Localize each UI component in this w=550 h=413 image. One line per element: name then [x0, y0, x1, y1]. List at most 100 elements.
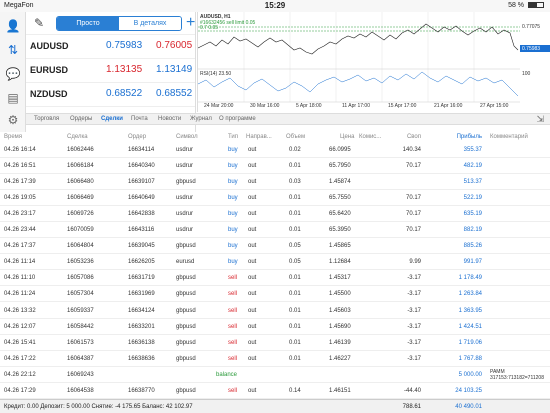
- cell-price: 65.6420: [329, 211, 351, 218]
- table-row[interactable]: 04.26 17:22 16064387 16638636 gbpusd sell out…: [0, 351, 550, 367]
- col-deal[interactable]: Сделка: [67, 132, 88, 142]
- table-row[interactable]: 04.26 13:32 16059337 16634124 gbpusd sell out…: [0, 303, 550, 319]
- cell-deal: 16057304: [67, 291, 94, 298]
- cell-order: 16639107: [128, 179, 155, 186]
- table-row[interactable]: 04.26 15:41 16061573 16636138 gbpusd sell out…: [0, 335, 550, 351]
- cell-deal: 16062446: [67, 147, 94, 153]
- cell-price: 1.46139: [329, 339, 351, 346]
- cell-deal: 16066469: [67, 195, 94, 202]
- cell-deal: 16066480: [67, 179, 94, 186]
- cell-order: 16638770: [128, 387, 155, 394]
- price-chart[interactable]: AUDUSD, H1 #16632456 sell limit 0.05 0.7…: [197, 12, 550, 112]
- cell-deal: 16064387: [67, 355, 94, 362]
- cell-type: sell: [228, 339, 238, 346]
- battery-icon: [528, 2, 544, 9]
- cell-time: 04.26 13:32: [4, 307, 36, 314]
- cell-direction: out: [248, 291, 257, 298]
- chart-date-tick: 30 Mar 16:00: [250, 103, 280, 109]
- cell-swap: -3.17: [407, 323, 421, 330]
- col-order[interactable]: Ордер: [128, 132, 146, 142]
- history-icon[interactable]: ▤: [5, 90, 21, 106]
- cell-volume: 0.01: [289, 227, 301, 234]
- table-row[interactable]: 04.26 11:14 16053236 16626205 eurusd buy out 0…: [0, 254, 550, 271]
- cell-type: buy: [228, 163, 238, 170]
- cell-volume: 0.02: [289, 147, 301, 153]
- col-price[interactable]: Цена: [340, 132, 354, 142]
- cell-symbol: gbpusd: [176, 355, 196, 362]
- table-row[interactable]: 04.26 11:10 16057086 16631719 gbpusd sell out…: [0, 270, 550, 287]
- cell-deal: 16069726: [67, 211, 94, 218]
- quote-row[interactable]: NZDUSD 0.68522 0.68552: [26, 82, 195, 106]
- settings-icon[interactable]: ⚙: [5, 112, 21, 128]
- cell-price: 1.45690: [329, 323, 351, 330]
- cell-profit: 635.19: [463, 211, 482, 218]
- cell-symbol: gbpusd: [176, 179, 196, 186]
- cell-symbol: usdrur: [176, 163, 194, 170]
- tab-6[interactable]: О программе: [219, 116, 256, 122]
- cell-profit: 1 178.49: [458, 275, 482, 282]
- col-time[interactable]: Время: [4, 132, 22, 142]
- simple-view-tab[interactable]: Просто: [57, 17, 119, 30]
- tab-4[interactable]: Новости: [158, 116, 181, 122]
- cell-profit: 355.37: [463, 147, 482, 153]
- rsi-tick: 100: [522, 71, 531, 77]
- tab-3[interactable]: Почта: [131, 116, 148, 122]
- expand-icon[interactable]: ⇲: [536, 114, 544, 125]
- table-row[interactable]: 04.26 17:39 16066480 16639107 gbpusd buy out 0…: [0, 174, 550, 191]
- deals-summary-bar: Кредит: 0.00 Депозит: 5 000.00 Снятие: -…: [0, 399, 550, 413]
- cell-price: 1.46227: [329, 355, 351, 362]
- table-row[interactable]: 04.26 11:24 16057304 16631969 gbpusd sell out…: [0, 286, 550, 303]
- col-commission[interactable]: Комис...: [359, 132, 381, 142]
- cell-volume: 0.01: [289, 355, 301, 362]
- cell-symbol: gbpusd: [176, 387, 196, 394]
- cell-order: 16634124: [128, 307, 155, 314]
- cell-price: 1.45500: [329, 291, 351, 298]
- col-swap[interactable]: Своп: [407, 132, 421, 142]
- tab-0[interactable]: Торговля: [34, 116, 59, 122]
- cell-order: 16643116: [128, 227, 155, 234]
- table-row[interactable]: 04.26 16:14 16062446 16634114 usdrur buy out 0…: [0, 142, 550, 158]
- col-volume[interactable]: Объем: [286, 132, 305, 142]
- table-row[interactable]: 04.26 16:51 16066184 16640340 usdrur buy out 0…: [0, 158, 550, 175]
- edit-icon[interactable]: ✎: [34, 16, 44, 30]
- table-row[interactable]: 04.26 22:12 16069243 balance 5 000.00 PAMM 3…: [0, 367, 550, 383]
- col-comment[interactable]: Комментарий: [490, 132, 528, 142]
- col-profit[interactable]: Прибыль: [457, 132, 482, 142]
- chat-icon[interactable]: 💬: [5, 66, 21, 82]
- cell-profit: 5 000.00: [458, 371, 482, 378]
- cell-swap: 70.17: [405, 227, 421, 234]
- cell-direction: out: [248, 147, 257, 153]
- table-row[interactable]: 04.26 23:17 16069726 16642838 usdrur buy out 0…: [0, 206, 550, 223]
- cell-time: 04.26 12:07: [4, 323, 36, 330]
- cell-deal: 16057086: [67, 275, 94, 282]
- detail-view-tab[interactable]: В деталях: [119, 17, 181, 30]
- cell-direction: out: [248, 387, 257, 394]
- cell-direction: out: [248, 275, 257, 282]
- quotes-icon[interactable]: ⇅: [5, 42, 21, 58]
- chart-date-tick: 15 Apr 17:00: [388, 103, 417, 109]
- quote-row[interactable]: AUDUSD 0.75983 0.76005: [26, 34, 195, 58]
- quote-row[interactable]: EURUSD 1.13135 1.13149: [26, 58, 195, 82]
- cell-price: 66.0995: [329, 147, 351, 153]
- table-row[interactable]: 04.26 23:44 16070059 16643116 usdrur buy out 0…: [0, 222, 550, 239]
- table-row[interactable]: 04.26 17:37 16064804 16639045 gbpusd buy out 0…: [0, 238, 550, 255]
- cell-type: buy: [228, 195, 238, 202]
- cell-order: 16626205: [128, 259, 155, 266]
- tab-2[interactable]: Сделки: [101, 116, 123, 122]
- cell-symbol: usdrur: [176, 195, 194, 202]
- col-type[interactable]: Тип: [228, 132, 238, 142]
- status-bar: MegaFon 15:29 58 %: [0, 0, 550, 12]
- add-symbol-icon[interactable]: +: [186, 14, 195, 32]
- terminal-tabs: Торговля Ордеры Сделки Почта Новости Журнал О …: [26, 113, 550, 125]
- account-icon[interactable]: 👤: [5, 18, 21, 34]
- col-direction[interactable]: Направ...: [246, 132, 272, 142]
- cell-direction: out: [248, 195, 257, 202]
- table-row[interactable]: 04.26 12:07 16058442 16633201 gbpusd sell out…: [0, 319, 550, 335]
- tab-1[interactable]: Ордеры: [70, 116, 92, 122]
- cell-direction: out: [248, 163, 257, 170]
- col-symbol[interactable]: Символ: [176, 132, 198, 142]
- cell-symbol: gbpusd: [176, 275, 196, 282]
- tab-5[interactable]: Журнал: [190, 116, 212, 122]
- table-row[interactable]: 04.26 19:05 16066469 16640649 usdrur buy out 0…: [0, 190, 550, 207]
- table-row[interactable]: 04.26 17:29 16064538 16638770 gbpusd sell out…: [0, 383, 550, 399]
